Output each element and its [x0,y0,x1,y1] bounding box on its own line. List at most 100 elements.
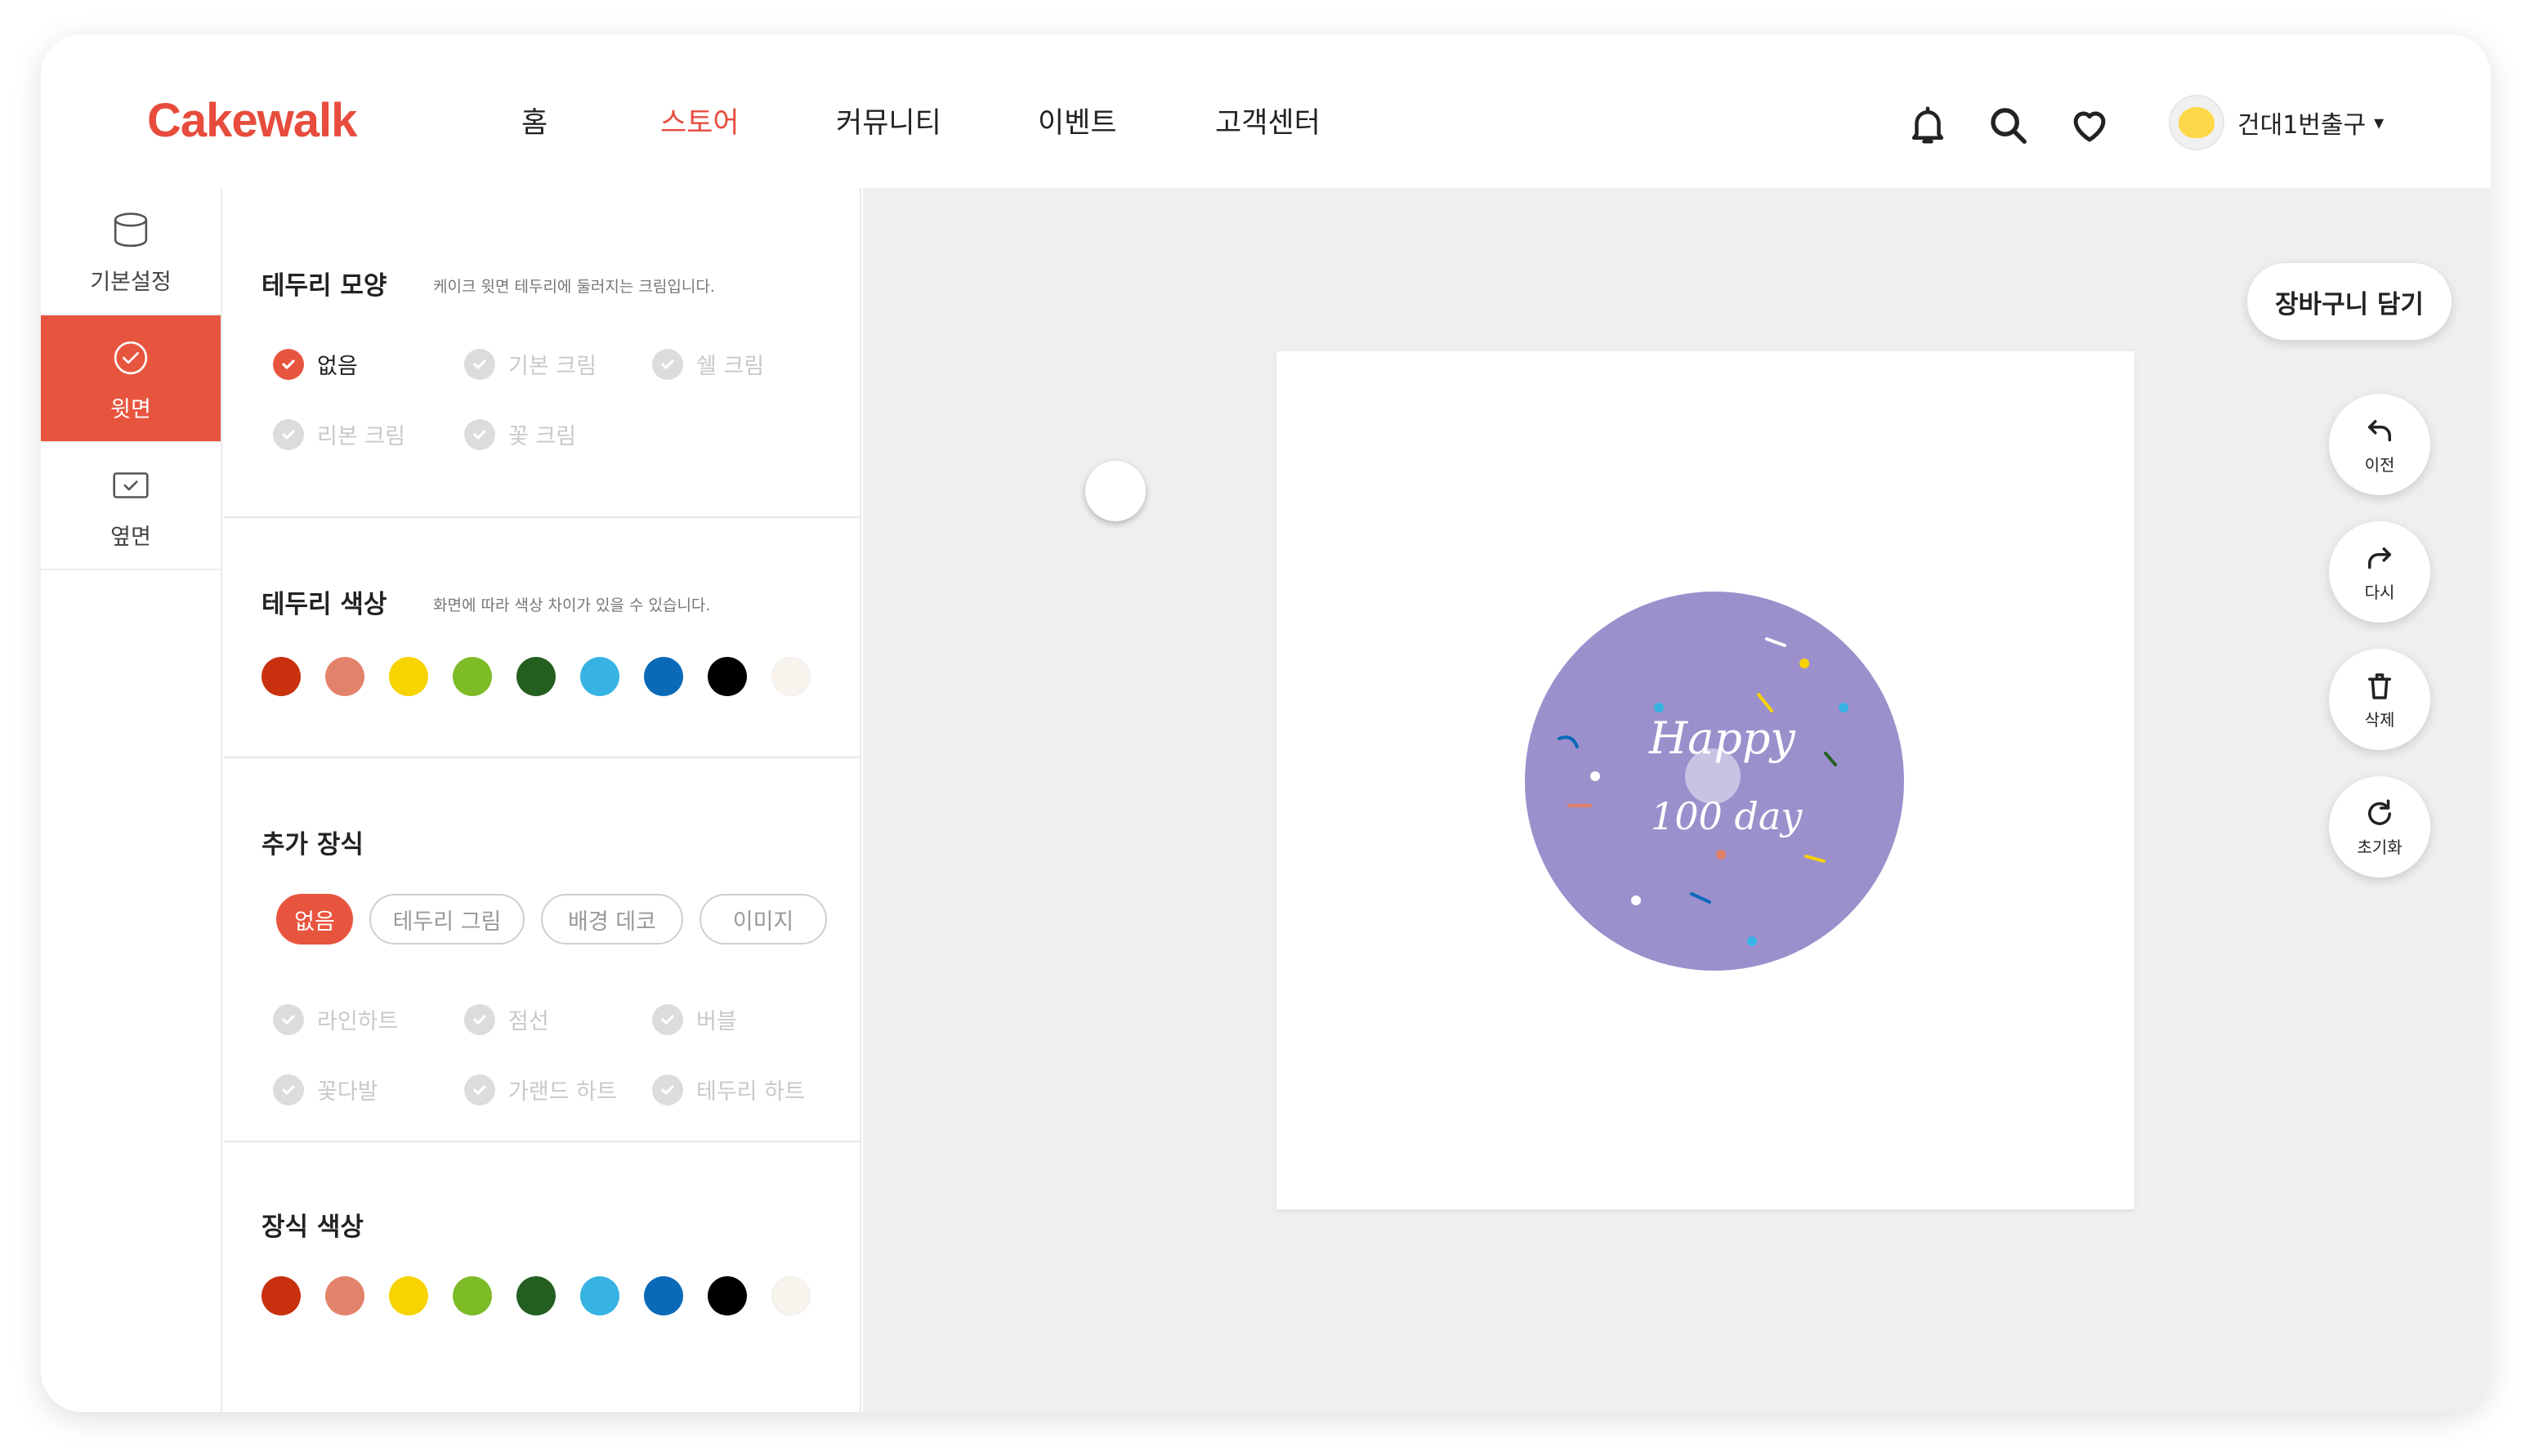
option-ribbon-cream[interactable]: 리본 크림 [273,418,405,450]
deco-tab-background-deco[interactable]: 배경 데코 [541,894,683,945]
color-swatch[interactable] [580,657,619,696]
delete-button[interactable]: 삭제 [2329,649,2430,750]
color-swatch[interactable] [644,657,683,696]
option-label: 점선 [508,1009,549,1034]
option-flower-cream[interactable]: 꽃 크림 [464,418,576,450]
option-label: 가랜드 하트 [508,1079,617,1105]
color-swatch[interactable] [644,1276,683,1315]
cake-outline-icon [114,212,148,247]
tool-label: 이전 [2364,454,2395,475]
cake-text-100day[interactable]: 100 day [1651,794,1802,838]
deco-tab-image[interactable]: 이미지 [700,894,827,945]
check-icon [464,418,495,450]
color-swatch[interactable] [261,657,301,696]
border-shape-note: 케이크 윗면 테두리에 둘러지는 크림입니다. [433,278,715,296]
extra-deco-section: 추가 장식 없음 테두리 그림 배경 데코 이미지 라인하트 점선 버블 꽃다발 [224,758,860,1142]
deco-option-dotted[interactable]: 점선 [464,1003,549,1035]
rail-label: 옆면 [110,524,151,550]
nav-item-support[interactable]: 고객센터 [1215,100,1321,141]
main-nav: 홈 스토어 커뮤니티 이벤트 고객센터 [521,100,1321,141]
deco-option-line-heart[interactable]: 라인하트 [273,1003,398,1035]
nav-item-community[interactable]: 커뮤니티 [836,100,1038,141]
option-label: 쉘 크림 [696,354,765,379]
check-icon [273,1074,304,1105]
rail-item-top[interactable]: 윗면 [41,315,221,443]
color-swatch[interactable] [389,1276,428,1315]
color-swatch[interactable] [261,1276,301,1315]
resize-handle[interactable] [1085,461,1146,521]
logo[interactable]: Cakewalk [147,93,357,148]
option-label: 기본 크림 [508,354,597,379]
option-label: 리본 크림 [317,424,405,449]
chevron-down-icon: ▾ [2374,111,2385,134]
app-window: Cakewalk 홈 스토어 커뮤니티 이벤트 고객센터 건대1번출구 ▾ 기본… [41,34,2491,1412]
color-swatch[interactable] [708,657,747,696]
check-icon [273,348,304,380]
color-swatch[interactable] [516,1276,556,1315]
check-icon [652,1003,683,1035]
option-label: 없음 [317,354,358,379]
design-stage: Happy 100 day 장바구니 담기 이전 다시 삭제 초기화 [863,188,2491,1412]
reset-icon [2368,799,2391,825]
rail-item-side[interactable]: 옆면 [41,443,221,570]
color-swatch[interactable] [453,657,492,696]
option-label: 테두리 하트 [696,1079,805,1105]
tool-label: 초기화 [2357,837,2403,857]
color-swatch[interactable] [771,657,811,696]
avatar [2169,95,2224,150]
border-shape-section: 테두리 모양 케이크 윗면 테두리에 둘러지는 크림입니다. 없음 기본 크림 … [224,188,860,518]
undo-icon [2368,419,2391,441]
deco-option-bouquet[interactable]: 꽃다발 [273,1074,378,1105]
option-label: 꽃다발 [317,1079,378,1105]
deco-tab-border-drawing[interactable]: 테두리 그림 [369,894,525,945]
extra-deco-title: 추가 장식 [261,830,364,860]
deco-option-border-heart[interactable]: 테두리 하트 [652,1074,805,1105]
check-icon [464,1074,495,1105]
color-swatch[interactable] [708,1276,747,1315]
option-basic-cream[interactable]: 기본 크림 [464,348,597,380]
color-swatch[interactable] [580,1276,619,1315]
option-shell-cream[interactable]: 쉘 크림 [652,348,764,380]
heart-icon[interactable] [2067,103,2112,147]
check-icon [464,1003,495,1035]
deco-color-title: 장식 색상 [261,1213,364,1242]
border-color-title: 테두리 색상 [261,590,387,619]
border-shape-title: 테두리 모양 [261,271,387,301]
border-color-section: 테두리 색상 화면에 따라 색상 차이가 있을 수 있습니다. [224,518,860,758]
check-icon [652,1074,683,1105]
add-to-cart-button[interactable]: 장바구니 담기 [2247,263,2452,340]
check-icon [273,1003,304,1035]
nav-item-event[interactable]: 이벤트 [1038,100,1215,141]
check-icon [652,348,683,380]
reset-button[interactable]: 초기화 [2329,776,2430,878]
rail-label: 기본설정 [90,269,172,295]
color-swatch[interactable] [771,1276,811,1315]
deco-option-garland-heart[interactable]: 가랜드 하트 [464,1074,617,1105]
deco-option-bubble[interactable]: 버블 [652,1003,737,1035]
top-header: Cakewalk 홈 스토어 커뮤니티 이벤트 고객센터 건대1번출구 ▾ [41,34,2491,188]
color-swatch[interactable] [389,657,428,696]
tool-label: 다시 [2364,582,2395,602]
bell-icon[interactable] [1906,103,1950,147]
tool-label: 삭제 [2364,709,2395,730]
nav-item-home[interactable]: 홈 [521,100,660,141]
check-icon [273,418,304,450]
color-swatch[interactable] [325,657,364,696]
undo-button[interactable]: 이전 [2329,394,2430,495]
rotate-handle[interactable] [1685,748,1741,804]
rail-label: 윗면 [110,396,151,422]
deco-tab-none[interactable]: 없음 [276,894,353,945]
search-icon[interactable] [1986,103,2030,147]
redo-button[interactable]: 다시 [2329,521,2430,623]
option-label: 라인하트 [317,1009,399,1034]
option-none[interactable]: 없음 [273,348,358,380]
color-swatch[interactable] [453,1276,492,1315]
option-label: 꽃 크림 [508,424,577,449]
category-rail: 기본설정 윗면 옆면 [41,188,222,1412]
color-swatch[interactable] [516,657,556,696]
user-menu[interactable]: 건대1번출구 ▾ [2169,95,2384,150]
rail-item-basic[interactable]: 기본설정 [41,188,221,315]
nav-item-store[interactable]: 스토어 [660,100,836,141]
color-swatch[interactable] [325,1276,364,1315]
redo-icon [2368,547,2391,569]
